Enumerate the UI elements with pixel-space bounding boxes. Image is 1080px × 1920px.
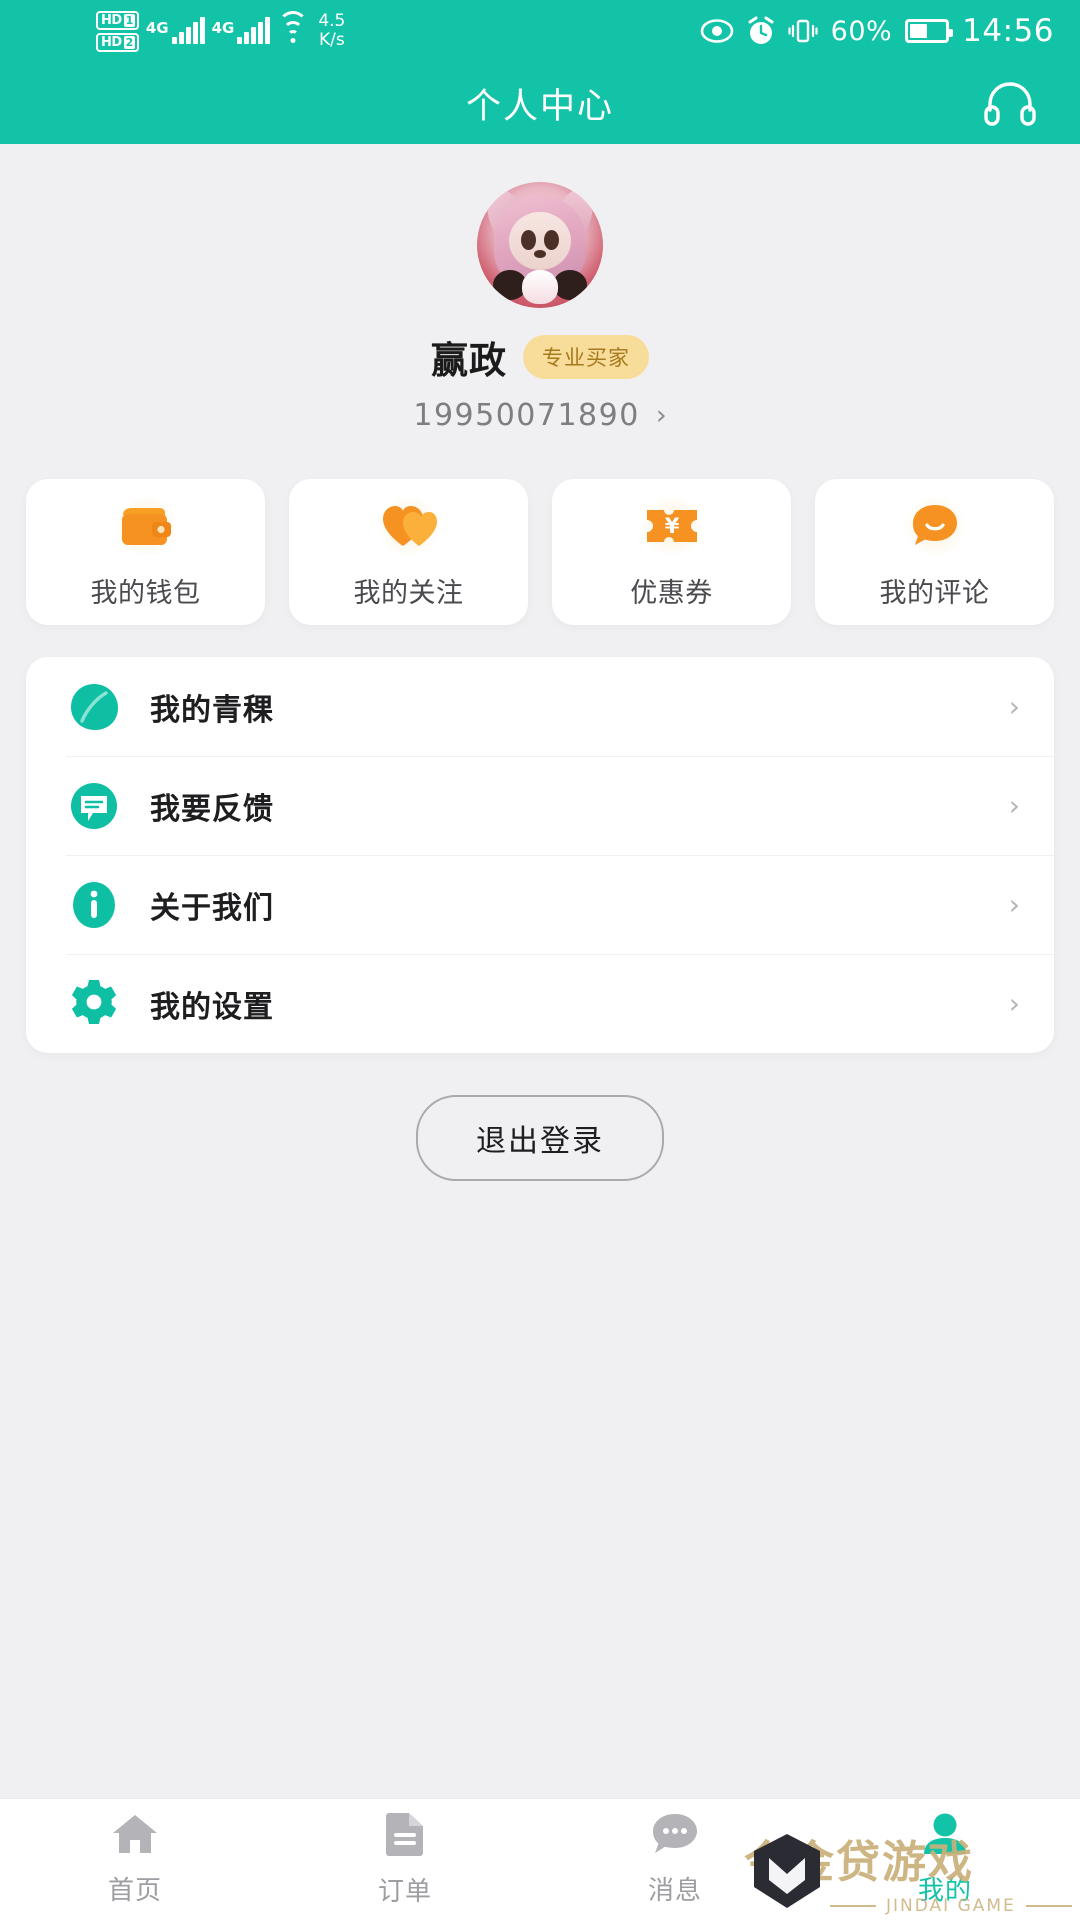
menu-item-label: 我的设置 (150, 989, 274, 1025)
sim1-signal: 4G (145, 17, 205, 44)
network-speed: 4.5 K/s (318, 12, 345, 50)
sim1-signal-bars (171, 17, 205, 44)
network-speed-value: 4.5 (318, 11, 346, 31)
document-icon (385, 1811, 425, 1861)
status-badge: 专业买家 (523, 335, 649, 379)
avatar-arm-right (553, 270, 587, 300)
tab-label: 我的 (917, 1876, 972, 1906)
vibrate-icon (788, 17, 818, 45)
nickname: 赢政 (431, 339, 507, 382)
page-header: 个人中心 (0, 62, 1080, 144)
tab-label: 订单 (377, 1877, 432, 1907)
comment-bubble-icon (899, 495, 971, 557)
bottom-tab-bar: 首页 订单 消息 我的 (0, 1798, 1080, 1920)
avatar-eye-right (544, 230, 559, 250)
tab-home[interactable]: 首页 (0, 1799, 270, 1920)
info-icon (66, 877, 122, 933)
status-bar-right: 60% 14:56 (700, 13, 1080, 49)
sim1-network-label: 4G (145, 19, 169, 37)
chevron-right-icon: › (655, 400, 667, 431)
name-row: 赢政 专业买家 (0, 330, 1080, 384)
tab-label: 消息 (647, 1876, 702, 1906)
quick-actions: 我的钱包 我的关注 ¥ 优惠券 我的评论 (0, 433, 1080, 625)
headphones-icon[interactable] (982, 75, 1038, 131)
phone-row[interactable]: 19950071890 › (0, 398, 1080, 433)
battery-icon (905, 19, 954, 43)
tab-messages[interactable]: 消息 (540, 1799, 810, 1920)
feedback-chat-icon (66, 778, 122, 834)
barley-grain-icon (66, 679, 122, 735)
chevron-right-icon: › (1008, 789, 1020, 822)
menu-item-settings[interactable]: 我的设置 › (26, 954, 1054, 1053)
phone-number: 19950071890 (413, 398, 640, 433)
wallet-icon (110, 495, 182, 557)
svg-text:¥: ¥ (664, 514, 679, 538)
menu-list: 我的青稞 › 我要反馈 › 关于我们 › 我的设置 › (26, 657, 1054, 1053)
eye-icon (700, 19, 734, 43)
profile-section: 赢政 专业买家 19950071890 › (0, 144, 1080, 433)
status-bar-left: HD 1 HD 2 4G 4G 4.5 K/s (0, 10, 345, 52)
avatar-nose (534, 250, 546, 258)
hd1-badge: HD 1 (96, 10, 139, 30)
message-bubble-icon (651, 1812, 699, 1860)
avatar-face (509, 212, 571, 270)
coupon-icon: ¥ (636, 495, 708, 557)
sim2-signal-bars (237, 17, 271, 44)
hd2-badge: HD 2 (96, 32, 139, 52)
quick-action-label: 我的钱包 (90, 577, 201, 609)
quick-action-wallet[interactable]: 我的钱包 (26, 479, 265, 625)
hearts-icon (373, 495, 445, 557)
network-speed-unit: K/s (318, 30, 345, 50)
quick-action-label: 我的评论 (879, 577, 990, 609)
wifi-icon (277, 11, 309, 44)
avatar-toy (522, 270, 558, 304)
menu-item-feedback[interactable]: 我要反馈 › (26, 756, 1054, 855)
sim2-signal: 4G (211, 17, 271, 44)
status-clock: 14:56 (962, 13, 1054, 49)
alarm-icon (747, 16, 775, 46)
tab-orders[interactable]: 订单 (270, 1799, 540, 1920)
tab-profile[interactable]: 我的 (810, 1799, 1080, 1920)
logout-area: 退出登录 (0, 1095, 1080, 1181)
page-title: 个人中心 (465, 86, 614, 127)
logout-button[interactable]: 退出登录 (416, 1095, 664, 1181)
quick-action-follow[interactable]: 我的关注 (289, 479, 528, 625)
avatar-eye-left (521, 230, 536, 250)
person-icon (922, 1812, 968, 1860)
quick-action-coupon[interactable]: ¥ 优惠券 (552, 479, 791, 625)
hd-badges: HD 1 HD 2 (96, 10, 139, 52)
menu-item-barley[interactable]: 我的青稞 › (26, 657, 1054, 756)
avatar[interactable] (477, 182, 603, 308)
home-icon (111, 1812, 159, 1860)
quick-action-comments[interactable]: 我的评论 (815, 479, 1054, 625)
menu-item-label: 关于我们 (150, 890, 274, 926)
chevron-right-icon: › (1008, 888, 1020, 921)
profile-screen: HD 1 HD 2 4G 4G 4.5 K/s 60% 14:56 个人中心 赢… (0, 0, 1080, 1920)
quick-action-label: 我的关注 (353, 577, 464, 609)
sim2-network-label: 4G (211, 19, 235, 37)
chevron-right-icon: › (1008, 987, 1020, 1020)
menu-item-label: 我的青稞 (150, 692, 274, 728)
chevron-right-icon: › (1008, 690, 1020, 723)
quick-action-label: 优惠券 (630, 577, 713, 609)
battery-percent: 60% (830, 15, 893, 47)
status-bar: HD 1 HD 2 4G 4G 4.5 K/s 60% 14:56 (0, 0, 1080, 62)
menu-item-label: 我要反馈 (150, 791, 274, 827)
menu-item-about[interactable]: 关于我们 › (26, 855, 1054, 954)
tab-label: 首页 (107, 1876, 162, 1906)
gear-icon (66, 976, 122, 1032)
